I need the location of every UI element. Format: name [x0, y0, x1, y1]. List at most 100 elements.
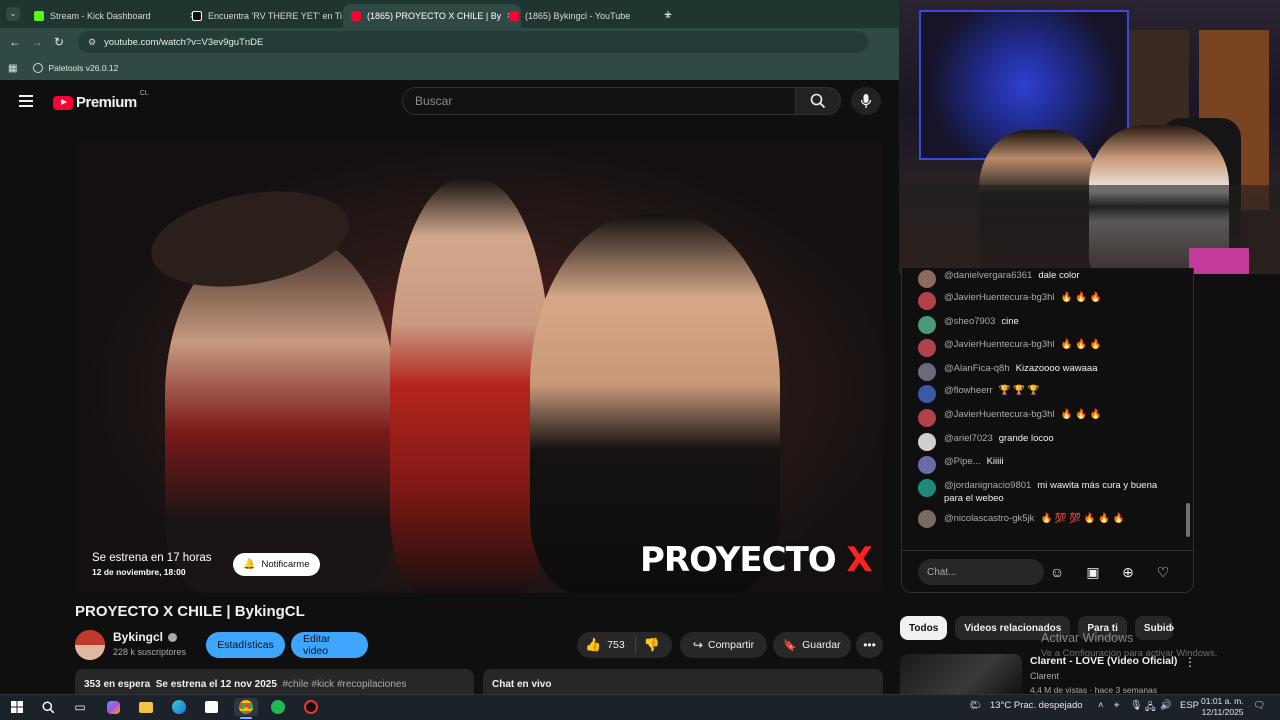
chat-author[interactable]: @flowheerr: [944, 385, 993, 396]
spotify-icon[interactable]: [269, 698, 287, 716]
chat-author[interactable]: @sheo7903: [944, 316, 995, 327]
chat-avatar[interactable]: [918, 270, 936, 288]
chat-author[interactable]: @JavierHuentecura-bg3hl: [944, 339, 1055, 350]
chat-author[interactable]: @nicolascastro-gk5jk: [944, 513, 1034, 524]
volume-icon[interactable]: 🔊: [1160, 700, 1172, 711]
search-icon[interactable]: [39, 698, 57, 716]
file-explorer-icon[interactable]: [137, 698, 155, 716]
chat-message: @nicolascastro-gk5jk 🔥 💯 💯 🔥 🔥 🔥: [918, 510, 1178, 528]
chat-avatar[interactable]: [918, 385, 936, 403]
language-indicator[interactable]: ESP: [1180, 700, 1199, 711]
more-actions-button[interactable]: •••: [856, 632, 883, 658]
site-info-icon[interactable]: ⚙: [88, 37, 96, 48]
related-video-info[interactable]: Clarent - LOVE (Video Oficial) Clarent 4…: [1030, 655, 1180, 695]
address-bar-row: ← → ↻ ⚙ youtube.com/watch?v=V3ev9guTnDE: [0, 28, 899, 56]
more-horizontal-icon: •••: [863, 638, 876, 652]
chip-todos[interactable]: Todos: [900, 616, 948, 640]
heart-icon[interactable]: ♡: [1153, 562, 1173, 582]
chat-author[interactable]: @AlanFica-q8h: [944, 363, 1010, 374]
chat-avatar[interactable]: [918, 339, 936, 357]
share-button[interactable]: ↪ Compartir: [680, 632, 767, 658]
network-icon[interactable]: 🖧: [1145, 700, 1156, 716]
stats-button[interactable]: Estadísticas: [206, 632, 285, 658]
channel-avatar[interactable]: [75, 630, 105, 660]
chat-message: @danielvergara6361 dale color: [918, 270, 1178, 288]
chat-author[interactable]: @JavierHuentecura-bg3hl: [944, 409, 1055, 420]
youtube-premium-logo[interactable]: Premium CL: [53, 90, 149, 111]
super-chat-icon[interactable]: ▣: [1083, 562, 1103, 582]
chat-avatar[interactable]: [918, 409, 936, 427]
edge-icon[interactable]: [170, 698, 188, 716]
clock[interactable]: 01:01 a. m. 12/11/2025: [1201, 696, 1244, 718]
chat-avatar[interactable]: [918, 456, 936, 474]
chat-avatar[interactable]: [918, 292, 936, 310]
tab-kick-dashboard[interactable]: Stream - Kick Dashboard ×: [26, 4, 204, 28]
chrome-icon[interactable]: [234, 698, 258, 716]
notify-label: Notificarme: [261, 559, 310, 570]
chat-message: @sheo7903 cine: [918, 316, 1178, 334]
bookmark-paletools[interactable]: Paletools v26.0.12: [33, 63, 118, 73]
chat-scrollbar[interactable]: [1186, 503, 1190, 537]
reload-icon[interactable]: ↻: [48, 35, 70, 49]
chevron-right-icon[interactable]: ›: [1170, 619, 1175, 635]
add-icon[interactable]: ⊕: [1118, 562, 1138, 582]
tab-tiktok[interactable]: Encuentra 'RV THERE YET' en TikTok ×: [184, 4, 362, 28]
chat-author[interactable]: @JavierHuentecura-bg3hl: [944, 292, 1055, 303]
browser-tab-bar: ⌄ Stream - Kick Dashboard × Encuentra 'R…: [0, 0, 899, 28]
save-button[interactable]: 🔖 Guardar: [773, 632, 851, 658]
weather-text[interactable]: 13°C Prac. despejado: [990, 700, 1083, 711]
chat-message: @flowheerr 🏆 🏆 🏆: [918, 385, 1178, 403]
dislike-button[interactable]: 👎: [636, 637, 660, 653]
voice-search-button[interactable]: [851, 87, 881, 115]
search-button[interactable]: [795, 87, 841, 115]
activation-watermark-subtitle: Ve a Configuración para activar Windows.: [1041, 648, 1218, 659]
chevron-up-icon[interactable]: ˄: [1098, 700, 1104, 711]
weather-icon[interactable]: 🌤: [969, 700, 981, 711]
notification-icon[interactable]: 🗨: [1253, 700, 1265, 711]
notify-button[interactable]: 🔔 Notificarme: [233, 553, 320, 576]
search-input[interactable]: Buscar: [402, 87, 796, 115]
chat-avatar[interactable]: [918, 510, 936, 528]
chat-message: @Pipe... Kiiiii: [918, 456, 1178, 474]
tab-proyecto-x[interactable]: (1865) PROYECTO X CHILE | Byki ×: [343, 4, 521, 28]
chat-author[interactable]: @jordanignacio9801: [944, 480, 1031, 491]
new-tab-button[interactable]: +: [664, 6, 672, 22]
premiere-date-text: Se estrena el 12 nov 2025: [155, 679, 277, 690]
windows-start-icon[interactable]: [8, 698, 26, 716]
youtube-logo-icon: [53, 95, 73, 110]
chat-avatar[interactable]: [918, 433, 936, 451]
live-chat-title: Chat en vivo: [492, 679, 552, 690]
save-label: Guardar: [802, 639, 841, 651]
chat-avatar[interactable]: [918, 479, 936, 497]
chat-author[interactable]: @ariel7023: [944, 433, 993, 444]
hashtags[interactable]: #chile #kick #recopilaciones: [282, 679, 406, 690]
copilot-icon[interactable]: [104, 698, 122, 716]
description-box[interactable]: 353 en espera Se estrena el 12 nov 2025 …: [75, 669, 474, 694]
related-video-thumbnail[interactable]: [900, 654, 1022, 694]
chat-avatar[interactable]: [918, 316, 936, 334]
app-icon[interactable]: [302, 698, 320, 716]
task-view-icon[interactable]: ▭: [71, 698, 89, 716]
menu-icon[interactable]: [19, 95, 33, 107]
url-field[interactable]: ⚙ youtube.com/watch?v=V3ev9guTnDE: [78, 31, 868, 53]
store-icon[interactable]: [202, 698, 220, 716]
microphone-icon[interactable]: 🎙: [1130, 700, 1142, 711]
chat-message: @JavierHuentecura-bg3hl 🔥 🔥 🔥: [918, 292, 1178, 310]
forward-icon[interactable]: →: [26, 35, 48, 49]
chip-subidos[interactable]: Subidos: [1134, 616, 1173, 640]
chat-message: @JavierHuentecura-bg3hl 🔥 🔥 🔥: [918, 339, 1178, 357]
channel-name[interactable]: Bykingcl: [113, 630, 163, 644]
tab-bykingcl-youtube[interactable]: (1865) Bykingcl - YouTube ×: [501, 4, 679, 28]
apps-grid-icon[interactable]: ▦: [8, 63, 17, 74]
location-icon[interactable]: ⌖: [1114, 700, 1119, 711]
chat-input[interactable]: Chat...: [918, 559, 1044, 585]
chat-author[interactable]: @Pipe...: [944, 456, 981, 467]
chat-author[interactable]: @danielvergara6361: [944, 270, 1032, 281]
like-button[interactable]: 👍 753: [577, 636, 636, 654]
video-player[interactable]: [75, 139, 883, 593]
chat-avatar[interactable]: [918, 363, 936, 381]
emoji-icon[interactable]: ☺: [1047, 562, 1067, 582]
edit-video-button[interactable]: Editar video: [291, 632, 368, 658]
tab-search-button[interactable]: ⌄: [6, 7, 20, 21]
back-icon[interactable]: ←: [4, 35, 26, 49]
